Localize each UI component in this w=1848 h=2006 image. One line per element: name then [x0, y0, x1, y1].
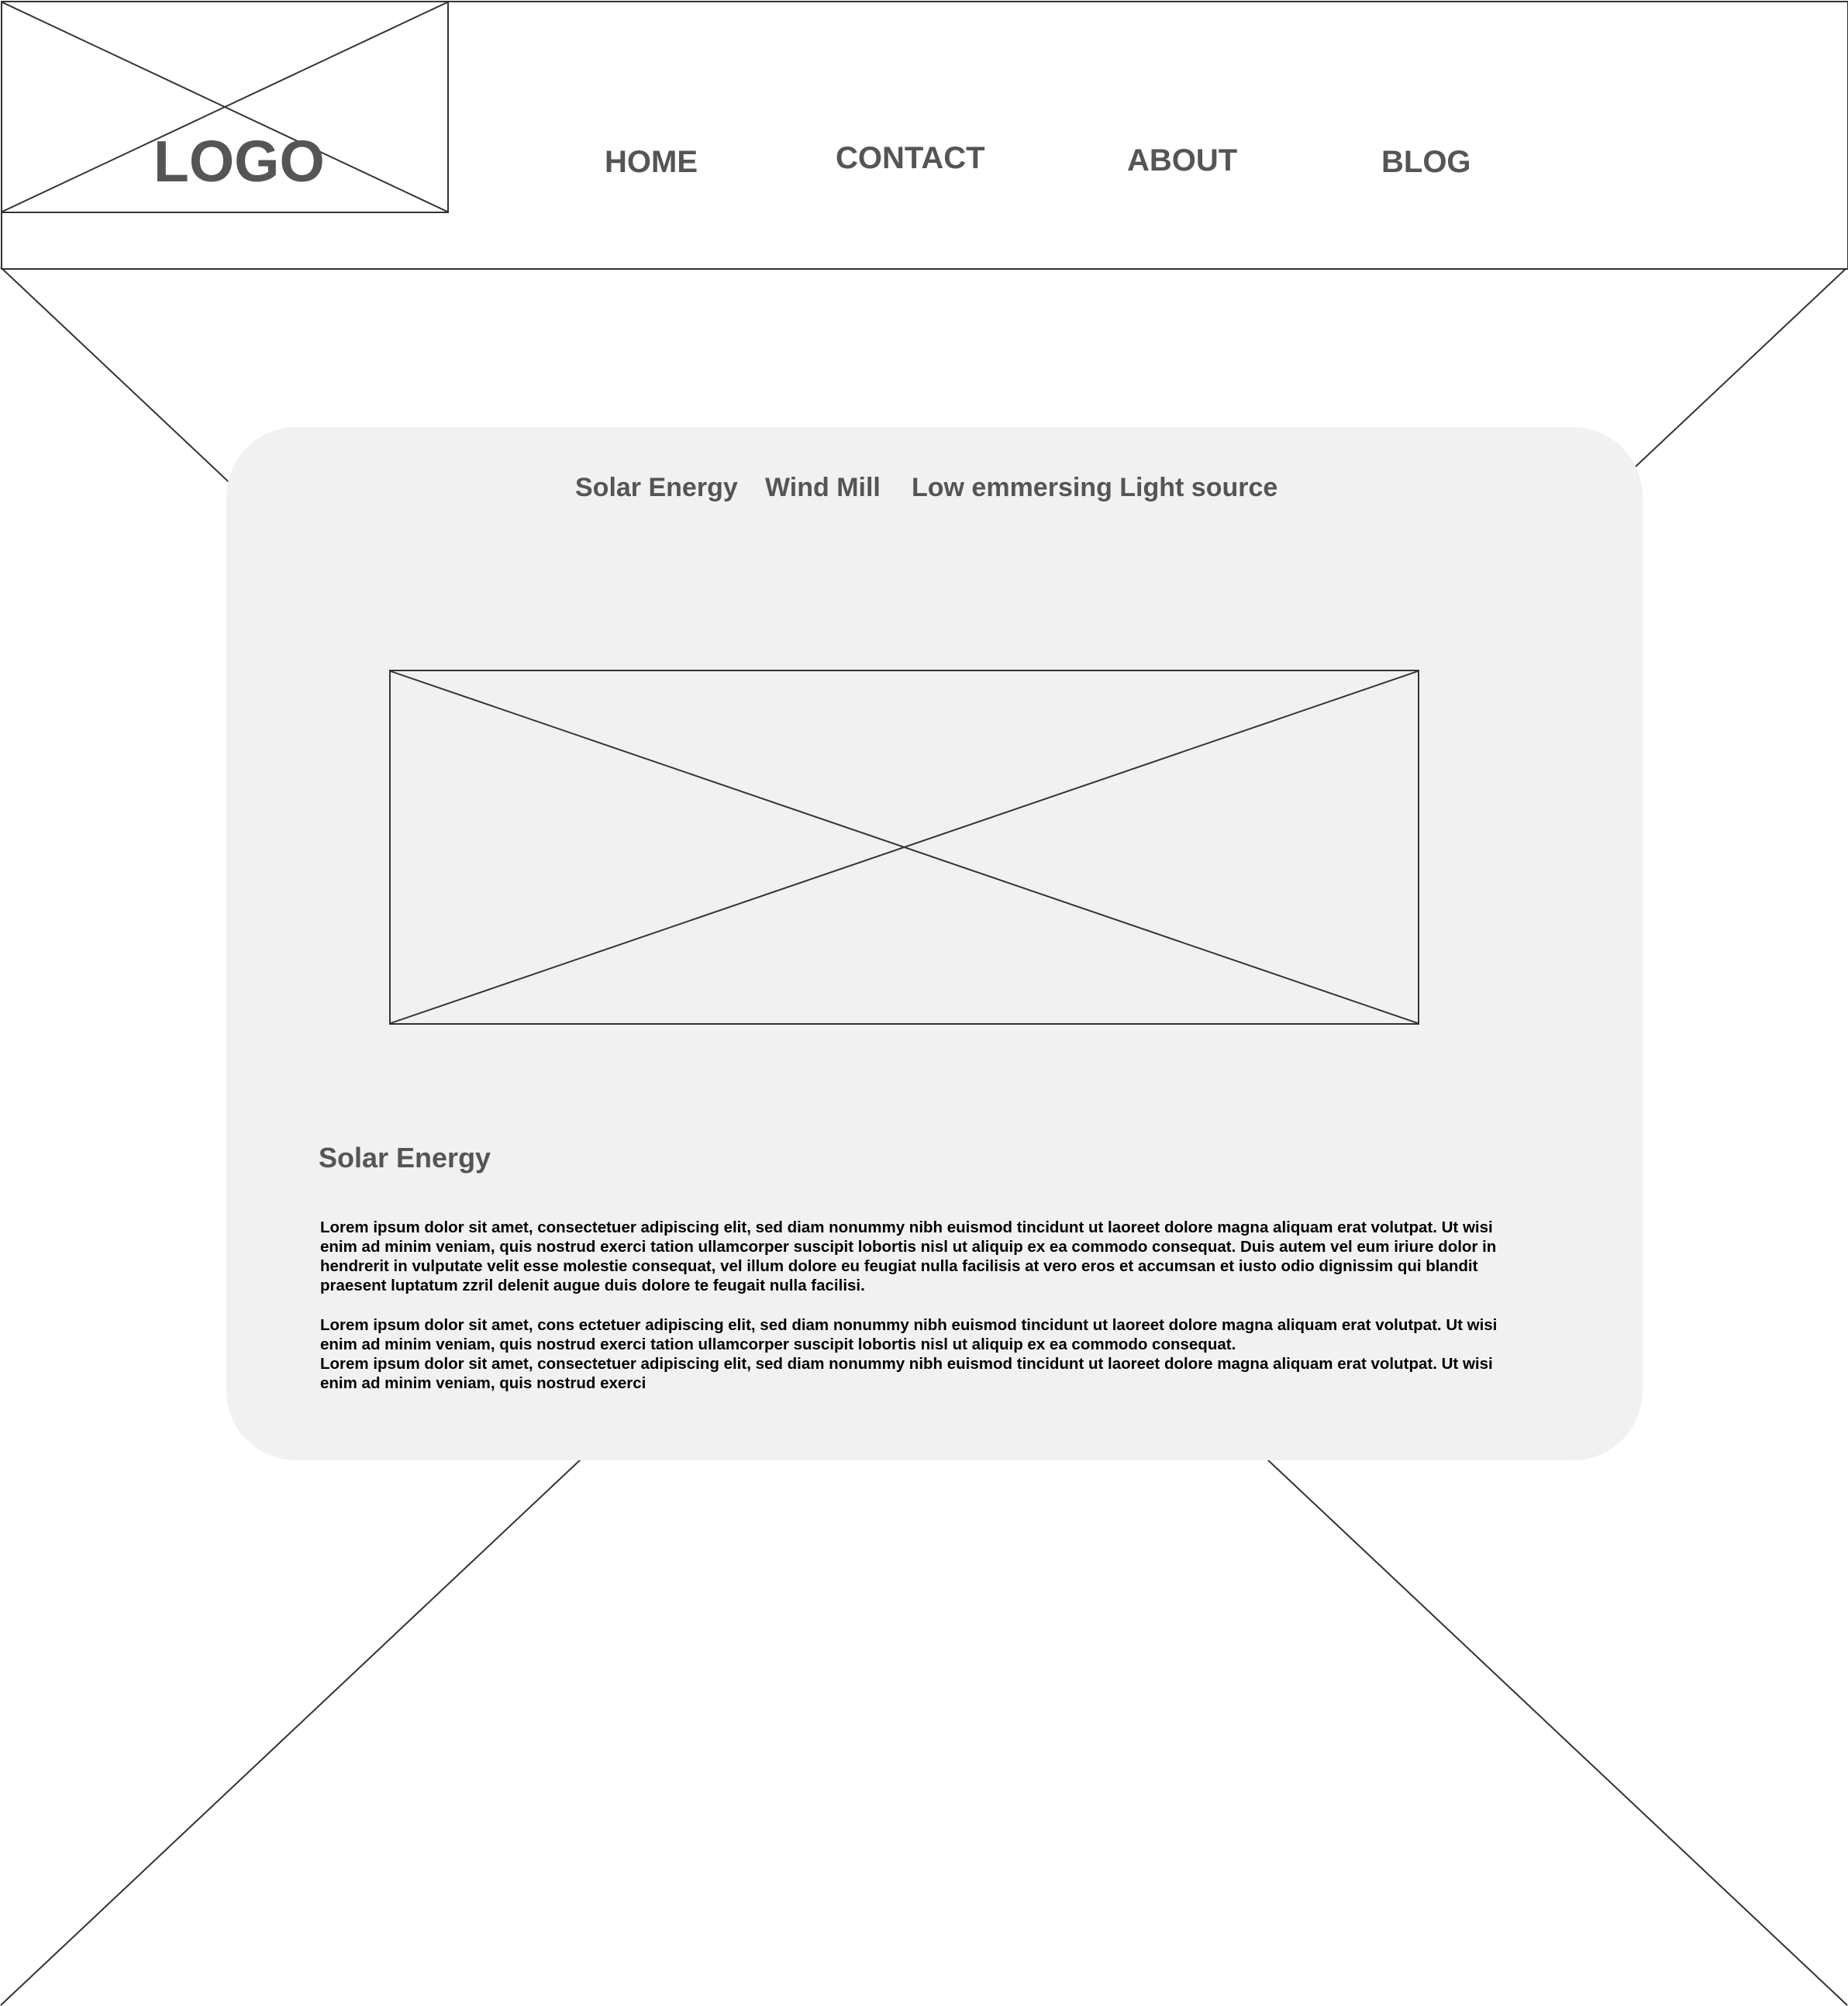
- body-paragraph-2: Lorem ipsum dolor sit amet, cons ectetue…: [320, 1316, 1498, 1392]
- logo-text: LOGO: [153, 129, 325, 194]
- tab-solar-energy[interactable]: Solar Energy: [575, 474, 738, 501]
- tab-wind-mill[interactable]: Wind Mill: [765, 474, 881, 501]
- image-placeholder-icon: [391, 671, 1418, 1023]
- nav-home-link[interactable]: HOME: [605, 146, 698, 178]
- tab-low-emmersing-light-source[interactable]: Low emmersing Light source: [912, 474, 1277, 501]
- header-bar: LOGO HOME CONTACT ABOUT BLOG: [1, 1, 1848, 270]
- nav-blog-link[interactable]: BLOG: [1381, 146, 1471, 178]
- body-paragraph-1: Lorem ipsum dolor sit amet, consectetuer…: [320, 1218, 1497, 1294]
- logo[interactable]: LOGO: [1, 1, 449, 213]
- nav-contact-link[interactable]: CONTACT: [836, 143, 985, 174]
- content-card: Solar Energy Wind Mill Low emmersing Lig…: [226, 427, 1643, 1460]
- hero-image-placeholder: [389, 670, 1419, 1025]
- nav-about-link[interactable]: ABOUT: [1127, 145, 1237, 176]
- section-title: Solar Energy: [319, 1142, 491, 1174]
